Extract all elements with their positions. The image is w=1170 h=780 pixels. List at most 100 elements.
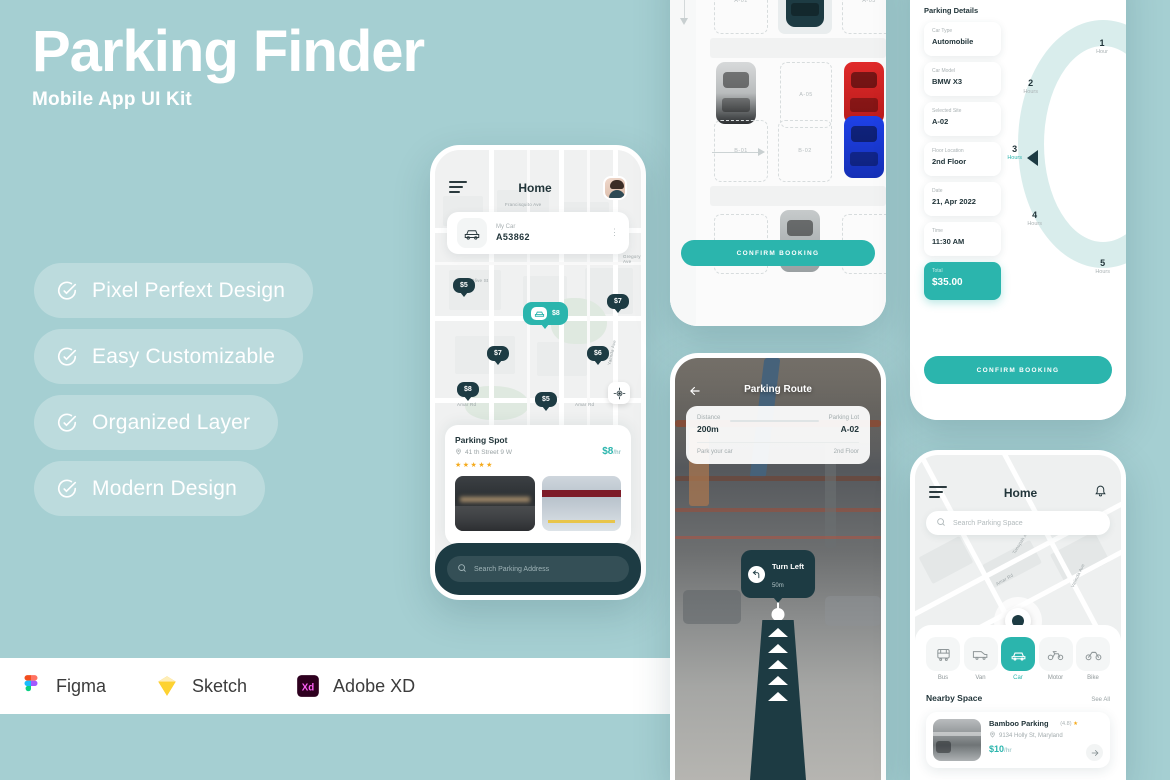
ar-camera-view: Parking Route Distance 200m Parking Lot … (675, 358, 881, 780)
nearby-listing-card[interactable]: Bamboo Parking (4.8) ★ 9134 Holly St, Ma… (926, 712, 1110, 768)
listing-name: Bamboo Parking (989, 719, 1049, 728)
parking-slot-a03[interactable]: A-03 (842, 0, 886, 34)
dial-option-4[interactable]: 4 Hours (1027, 210, 1042, 227)
notification-bell-icon[interactable] (1094, 484, 1107, 502)
search-input[interactable]: Search Parking Space (926, 511, 1110, 535)
dial-option-2[interactable]: 2 Hours (1023, 78, 1038, 95)
confirm-booking-button[interactable]: CONFIRM BOOKING (924, 356, 1112, 384)
price-pin[interactable]: $7 (607, 294, 629, 309)
field-car-type[interactable]: Car Type Automobile (924, 22, 1001, 56)
field-date[interactable]: Date 21, Apr 2022 (924, 182, 1001, 216)
parking-lot-value: A-02 (840, 424, 859, 434)
dial-option-5[interactable]: 5 Hours (1095, 258, 1110, 275)
phone-mockup-booking: 1 Hour 2 Hours 3 Hours 4 Hours 5 Hours B… (910, 0, 1126, 420)
parking-photo[interactable] (455, 476, 535, 531)
dial-selector-caret (1027, 150, 1038, 166)
parking-slot-b02[interactable]: B-02 (778, 120, 832, 182)
adobe-xd-icon: Xd (295, 673, 321, 699)
parking-slot-a05[interactable]: A-05 (780, 62, 832, 128)
price-pin[interactable]: $5 (453, 278, 475, 293)
chevron-up-icon (768, 628, 788, 637)
phone-mockup-home: Francisquito Ave Olive St Amar Rd Amar R… (430, 145, 646, 600)
route-status-text: Park your car (697, 449, 733, 455)
distance-value: 200m (697, 424, 719, 434)
my-car-card[interactable]: My Car A53862 ⋮ (447, 212, 629, 254)
feature-label: Easy Customizable (92, 344, 276, 368)
parking-spot-price: $8/hr (602, 446, 621, 457)
listing-thumbnail (933, 719, 981, 761)
more-vertical-icon[interactable]: ⋮ (610, 228, 619, 237)
crosshair-locate-icon[interactable] (608, 382, 630, 404)
price-pin-label: $8 (552, 310, 560, 317)
car-icon (531, 307, 547, 320)
parking-spot-address-row: 41 th Street 9 W (455, 448, 621, 457)
parking-slot-a01[interactable]: A-01 (714, 0, 768, 34)
price-pin[interactable]: $5 (535, 392, 557, 407)
street-label: Gregory Ave (623, 254, 641, 264)
home-bottom-bar: Search Parking Address (435, 543, 641, 595)
distance-label: Distance (697, 415, 721, 421)
route-status-row: Park your car 2nd Floor (697, 449, 859, 455)
nearby-title: Nearby Space (926, 693, 983, 703)
category-label: Motor (1047, 675, 1064, 681)
category-tab-van[interactable]: Van (963, 637, 998, 681)
promo-header: Parking Finder Mobile App UI Kit (32, 21, 452, 111)
category-tab-bus[interactable]: Bus (926, 637, 960, 681)
price-unit: /hr (613, 450, 621, 456)
parking-photo[interactable] (541, 476, 621, 531)
field-car-model[interactable]: Car Model BMW X3 (924, 62, 1001, 96)
see-all-link[interactable]: See All (1091, 697, 1110, 703)
field-time[interactable]: Time 11:30 AM (924, 222, 1001, 256)
home-screen: Francisquito Ave Olive St Amar Rd Amar R… (435, 150, 641, 595)
category-label: Bike (1087, 675, 1099, 681)
feature-label: Modern Design (92, 476, 238, 500)
hamburger-menu-icon[interactable] (449, 180, 467, 196)
category-tab-car[interactable]: Car (1001, 637, 1035, 681)
slot-label: B-02 (798, 148, 812, 154)
arrow-right-icon[interactable] (1086, 744, 1103, 761)
car-icon (1001, 637, 1035, 671)
parking-slot-b01[interactable]: B-01 (714, 120, 768, 182)
price-pin[interactable]: $8 (457, 382, 479, 397)
svg-text:Xd: Xd (302, 682, 315, 693)
chevron-up-icon (768, 692, 788, 701)
feature-pill-3: Modern Design (34, 461, 266, 516)
bicycle-icon (1076, 637, 1110, 671)
dial-option-1[interactable]: 1 Hour (1096, 38, 1108, 55)
search-icon (457, 563, 467, 575)
nearby-topbar: Home (915, 475, 1121, 511)
hours-dial[interactable] (1018, 20, 1126, 268)
field-floor-location[interactable]: Floor Location 2nd Floor (924, 142, 1001, 176)
my-car-plate: A53862 (496, 232, 530, 242)
bus-icon (926, 637, 960, 671)
phone-mockup-route: Parking Route Distance 200m Parking Lot … (670, 353, 886, 780)
phone-mockup-nearby: Tonopah Ave Amar Rd Valinda Ave Home Sea… (910, 450, 1126, 780)
price-pin[interactable]: $6 (587, 346, 609, 361)
listing-address-row: 9134 Holly St, Maryland (989, 731, 1078, 740)
listing-info: Bamboo Parking (4.8) ★ 9134 Holly St, Ma… (989, 719, 1078, 761)
progress-bar (730, 420, 819, 422)
price-pin-active[interactable]: $8 (523, 302, 568, 325)
hamburger-menu-icon[interactable] (929, 485, 947, 501)
parking-slot-a02-selected[interactable] (778, 0, 832, 34)
price-pin[interactable]: $7 (487, 346, 509, 361)
search-input[interactable]: Search Parking Address (447, 556, 629, 582)
software-item-sketch: Sketch (154, 673, 247, 699)
category-tab-motor[interactable]: Motor (1038, 637, 1073, 681)
feature-label: Pixel Perfext Design (92, 278, 286, 302)
confirm-booking-button[interactable]: CONFIRM BOOKING (681, 240, 875, 266)
turn-distance: 50m (772, 583, 784, 589)
category-tab-bike[interactable]: Bike (1076, 637, 1110, 681)
feature-pill-0: Pixel Perfext Design (34, 263, 314, 318)
dial-option-3-selected[interactable]: 3 Hours (1007, 144, 1022, 161)
listing-address: 9134 Holly St, Maryland (999, 732, 1063, 739)
field-selected-site[interactable]: Selected Site A-02 (924, 102, 1001, 136)
home-topbar: Home (435, 170, 641, 206)
nearby-bottom-sheet: Bus Van Car Motor Bike Nearby Space See … (915, 625, 1121, 780)
slot-label: A-03 (862, 0, 876, 4)
motorcycle-icon (1038, 637, 1073, 671)
price-amount: $10 (989, 744, 1005, 754)
parking-spot-card[interactable]: Parking Spot 41 th Street 9 W $8/hr ★★★★… (445, 425, 631, 545)
parking-details-heading: Parking Details (924, 6, 979, 15)
avatar[interactable] (603, 176, 627, 200)
